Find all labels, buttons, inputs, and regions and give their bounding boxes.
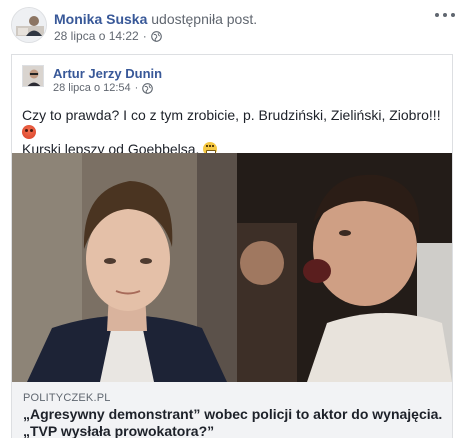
sharer-header: Monika Suska udostępniła post. bbox=[54, 11, 257, 27]
more-options-icon[interactable] bbox=[435, 10, 455, 20]
sharer-timestamp-link[interactable]: 28 lipca o 14:22 bbox=[54, 29, 139, 43]
shared-post: Monika Suska udostępniła post. 28 lipca … bbox=[0, 0, 464, 438]
meta-separator: · bbox=[134, 82, 139, 94]
original-post-card: Artur Jerzy Dunin 28 lipca o 12:54 · Czy… bbox=[11, 54, 453, 438]
meta-separator: · bbox=[142, 29, 147, 43]
author-avatar[interactable] bbox=[22, 65, 44, 87]
link-preview-image[interactable] bbox=[12, 153, 452, 382]
link-title[interactable]: „Agresywny demonstrant” wobec policji to… bbox=[23, 406, 443, 438]
link-domain: POLITYCZEK.PL bbox=[23, 392, 111, 404]
sharer-action-text: udostępniła post. bbox=[151, 11, 258, 27]
sharer-name-link[interactable]: Monika Suska bbox=[54, 11, 147, 27]
post-text: Czy to prawda? I co z tym zrobicie, p. B… bbox=[22, 107, 446, 158]
photo-young-man bbox=[12, 153, 237, 382]
sharer-meta: 28 lipca o 14:22 · bbox=[54, 29, 162, 43]
link-preview-meta[interactable]: POLITYCZEK.PL „Agresywny demonstrant” wo… bbox=[12, 382, 452, 438]
photo-shouting-man bbox=[237, 153, 452, 382]
post-text-line-1: Czy to prawda? I co z tym zrobicie, p. B… bbox=[22, 107, 441, 123]
author-name-link[interactable]: Artur Jerzy Dunin bbox=[53, 66, 162, 81]
post-timestamp-link[interactable]: 28 lipca o 12:54 bbox=[53, 82, 131, 94]
sharer-avatar[interactable] bbox=[11, 7, 47, 43]
angry-face-emoji bbox=[22, 125, 36, 139]
globe-icon[interactable] bbox=[142, 82, 154, 94]
globe-icon[interactable] bbox=[150, 30, 162, 42]
author-meta: 28 lipca o 12:54 · bbox=[53, 82, 154, 94]
